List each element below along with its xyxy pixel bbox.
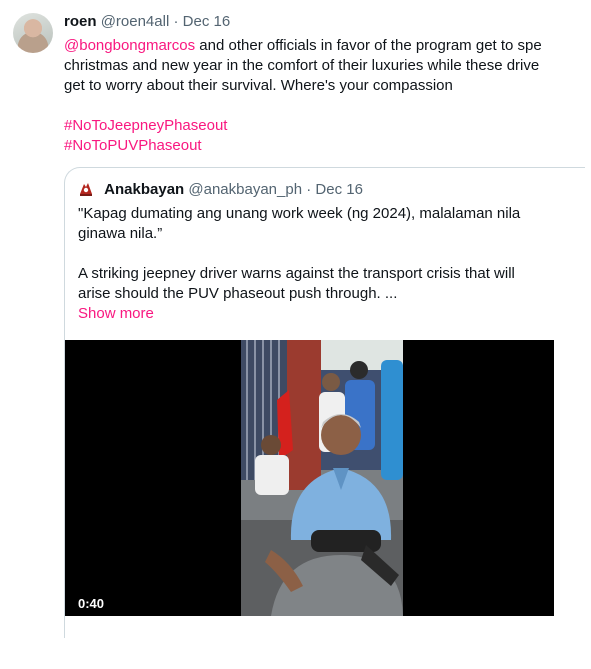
anakbayan-logo-icon bbox=[80, 183, 92, 196]
quote-date[interactable]: Dec 16 bbox=[315, 181, 363, 198]
author-name[interactable]: roen bbox=[64, 13, 97, 30]
video-player[interactable]: 0:40 bbox=[65, 340, 554, 616]
separator: · bbox=[169, 13, 183, 30]
hashtag-link[interactable]: #NoToPUVPhaseout bbox=[64, 137, 202, 154]
quote-line: "Kapag dumating ang unang work week (ng … bbox=[78, 205, 521, 222]
tweet-line: christmas and new year in the comfort of… bbox=[64, 57, 540, 74]
quote-header: Anakbayan @anakbayan_ph · Dec 16 bbox=[78, 180, 363, 200]
quote-text: "Kapag dumating ang unang work week (ng … bbox=[78, 204, 558, 324]
quoted-tweet[interactable]: Anakbayan @anakbayan_ph · Dec 16 "Kapag … bbox=[64, 167, 585, 638]
avatar[interactable] bbox=[13, 13, 53, 53]
tweet-line: get to worry about their survival. Where… bbox=[64, 77, 453, 94]
tweet-text: @bongbongmarcos and other officials in f… bbox=[64, 36, 556, 156]
quote-author-handle[interactable]: @anakbayan_ph bbox=[188, 181, 302, 198]
mention-link[interactable]: @bongbongmarcos bbox=[64, 37, 195, 54]
hashtag-link[interactable]: #NoToJeepneyPhaseout bbox=[64, 117, 227, 134]
tweet-date[interactable]: Dec 16 bbox=[183, 13, 231, 30]
separator: · bbox=[302, 181, 316, 198]
quote-line: A striking jeepney driver warns against … bbox=[78, 265, 515, 282]
show-more-link[interactable]: Show more bbox=[78, 305, 154, 322]
quote-line: arise should the PUV phaseout push throu… bbox=[78, 285, 398, 302]
video-thumbnail bbox=[241, 340, 403, 616]
tweet-line: and other officials in favor of the prog… bbox=[195, 37, 542, 54]
quote-author-name[interactable]: Anakbayan bbox=[104, 181, 184, 198]
quote-line bbox=[78, 244, 558, 264]
tweet-header: roen @roen4all · Dec 16 bbox=[64, 12, 230, 32]
video-frame bbox=[241, 340, 403, 616]
video-duration: 0:40 bbox=[78, 596, 105, 611]
quote-line: ginawa nila.” bbox=[78, 225, 163, 242]
author-handle[interactable]: @roen4all bbox=[101, 13, 170, 30]
